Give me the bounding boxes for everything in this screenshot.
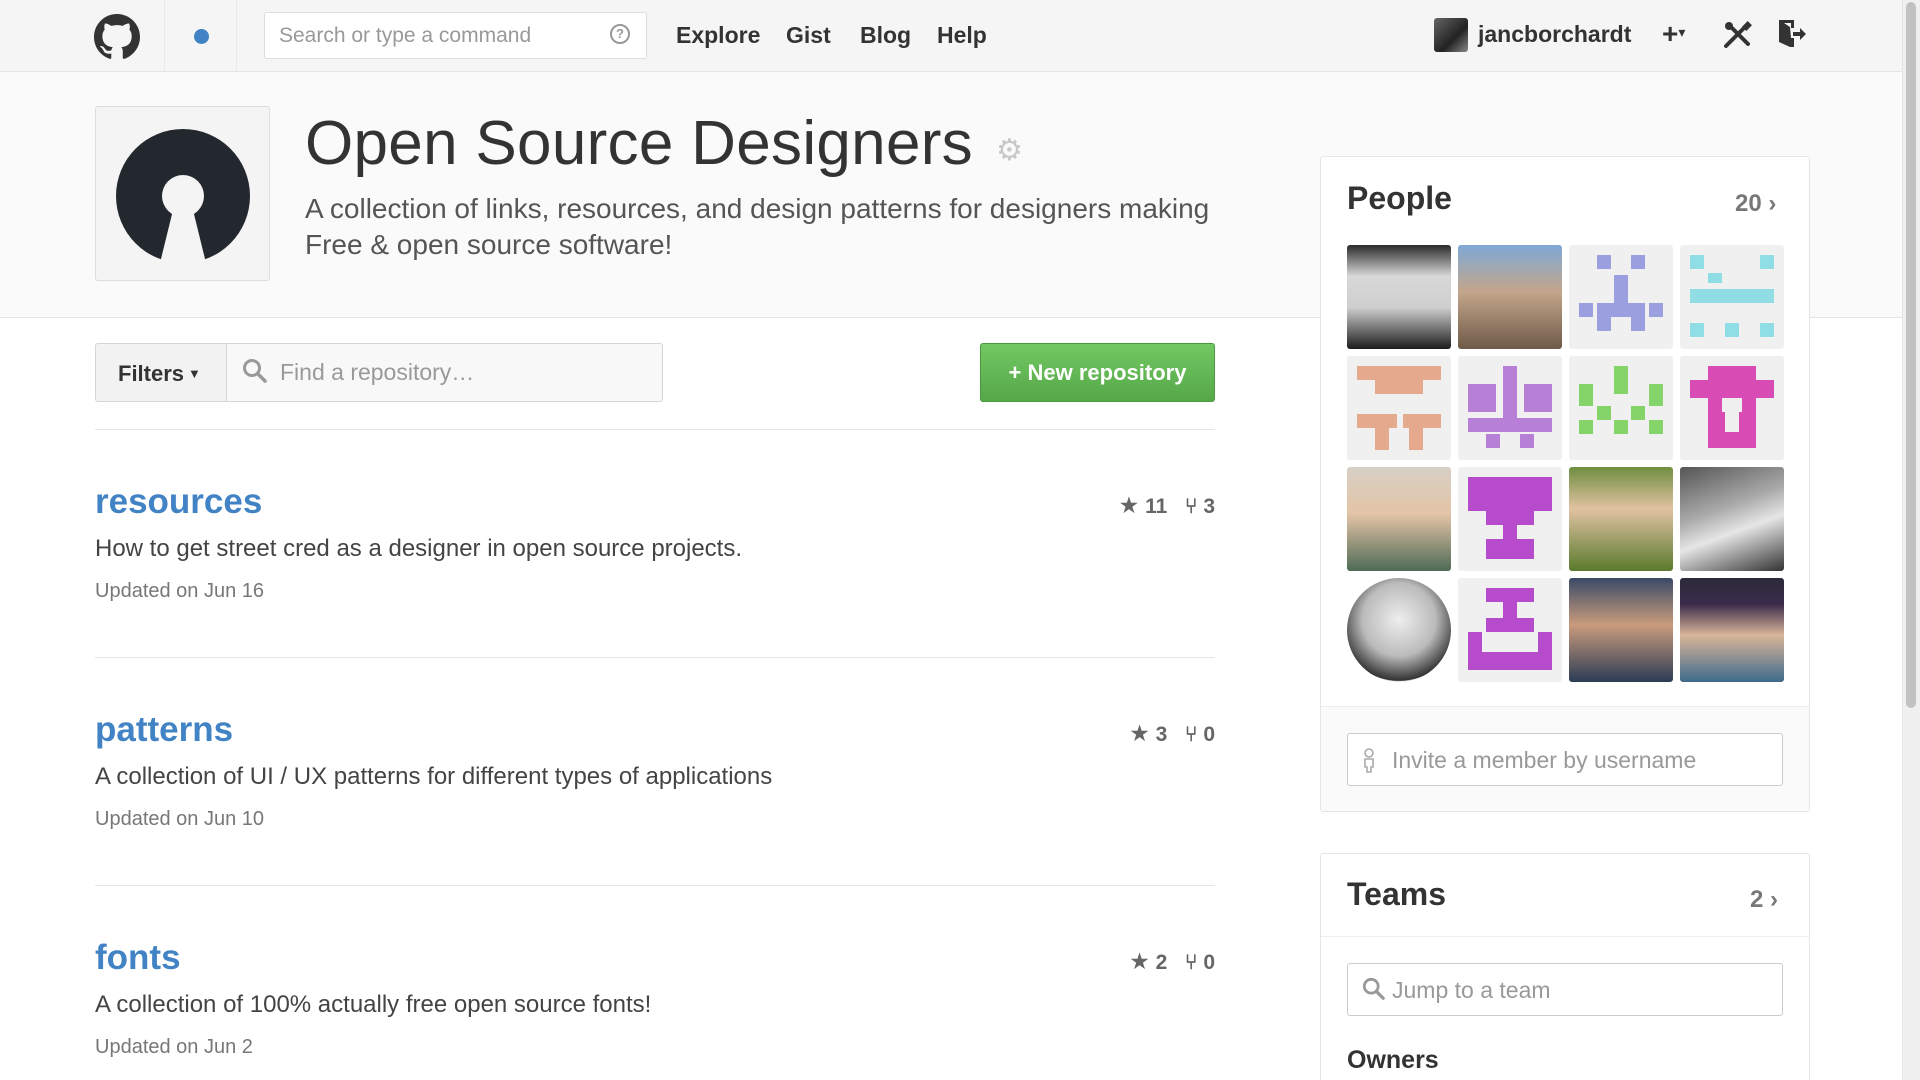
member-identicon[interactable]	[1680, 245, 1784, 349]
repo-description: A collection of 100% actually free open …	[95, 991, 652, 1018]
header-divider	[236, 0, 237, 71]
tools-icon[interactable]	[1722, 20, 1754, 52]
people-title[interactable]: People	[1347, 180, 1452, 217]
filters-dropdown[interactable]: Filters ▼	[95, 343, 227, 402]
member-avatar[interactable]	[1347, 578, 1451, 682]
member-identicon[interactable]	[1347, 356, 1451, 460]
gear-icon[interactable]: ⚙	[996, 133, 1023, 168]
fork-icon: ⑂	[1184, 495, 1198, 518]
repo-updated: Updated on Jun 10	[95, 808, 265, 830]
repo-updated: Updated on Jun 2	[95, 1036, 253, 1058]
repo-description: A collection of UI / UX patterns for dif…	[95, 763, 773, 790]
member-avatar[interactable]	[1347, 467, 1451, 571]
open-source-logo-icon	[116, 129, 250, 263]
chevron-right-icon: ›	[1770, 886, 1779, 913]
divider	[95, 657, 1215, 658]
star-count[interactable]: 3	[1156, 723, 1168, 746]
fork-count[interactable]: 0	[1203, 951, 1215, 974]
org-avatar	[95, 106, 270, 281]
nav-blog[interactable]: Blog	[860, 22, 911, 49]
jump-to-team-placeholder: Jump to a team	[1392, 977, 1551, 1003]
invite-member-placeholder: Invite a member by username	[1392, 747, 1697, 773]
plus-icon[interactable]: +▾	[1662, 18, 1685, 50]
people-grid	[1347, 245, 1784, 682]
search-icon	[243, 359, 267, 383]
member-identicon[interactable]	[1458, 467, 1562, 571]
divider	[95, 885, 1215, 886]
github-logo-icon[interactable]	[94, 14, 140, 60]
member-avatar[interactable]	[1569, 578, 1673, 682]
chevron-right-icon: ›	[1768, 190, 1777, 217]
star-icon: ★	[1129, 720, 1150, 746]
repo-name-link[interactable]: patterns	[95, 710, 233, 750]
caret-down-icon: ▼	[188, 366, 201, 381]
member-identicon[interactable]	[1569, 245, 1673, 349]
search-icon	[1362, 977, 1385, 1000]
star-count[interactable]: 2	[1156, 951, 1168, 974]
command-search-input[interactable]: Search or type a command	[264, 12, 647, 59]
repo-updated: Updated on Jun 16	[95, 580, 265, 602]
nav-gist[interactable]: Gist	[786, 22, 831, 49]
repo-name-link[interactable]: resources	[95, 482, 262, 522]
people-count[interactable]: 20 ›	[1735, 190, 1776, 218]
repo-stats: ★ 11 ⑂ 3	[1119, 492, 1215, 519]
notification-dot-icon[interactable]	[194, 29, 209, 44]
owners-team-link[interactable]: Owners	[1347, 1046, 1439, 1075]
user-avatar[interactable]	[1434, 18, 1468, 52]
member-avatar[interactable]	[1458, 245, 1562, 349]
repo-stats: ★ 2 ⑂ 0	[1129, 948, 1215, 975]
new-repository-button[interactable]: + New repository	[980, 343, 1215, 402]
fork-count[interactable]: 3	[1203, 495, 1215, 518]
scrollbar-thumb[interactable]	[1906, 2, 1916, 708]
member-avatar[interactable]	[1680, 467, 1784, 571]
filters-label: Filters	[118, 361, 185, 386]
repo-description: How to get street cred as a designer in …	[95, 535, 743, 562]
star-count[interactable]: 11	[1145, 495, 1167, 518]
nav-explore[interactable]: Explore	[676, 22, 760, 49]
find-repository-placeholder: Find a repository…	[280, 359, 475, 385]
member-avatar[interactable]	[1680, 578, 1784, 682]
org-title: Open Source Designers	[305, 109, 973, 178]
sign-out-icon[interactable]	[1776, 18, 1806, 52]
org-description: A collection of links, resources, and de…	[305, 193, 1210, 260]
star-icon: ★	[1118, 492, 1140, 518]
member-avatar[interactable]	[1569, 467, 1673, 571]
member-avatar[interactable]	[1347, 245, 1451, 349]
member-identicon[interactable]	[1569, 356, 1673, 460]
username-link[interactable]: jancborchardt	[1478, 21, 1631, 48]
member-identicon[interactable]	[1458, 578, 1562, 682]
fork-icon: ⑂	[1184, 723, 1198, 746]
teams-count[interactable]: 2 ›	[1750, 886, 1778, 914]
teams-title[interactable]: Teams	[1347, 876, 1446, 913]
divider	[1321, 936, 1809, 937]
star-icon: ★	[1129, 948, 1150, 974]
repo-name-link[interactable]: fonts	[95, 938, 181, 978]
divider	[95, 429, 1215, 430]
member-identicon[interactable]	[1458, 356, 1562, 460]
fork-count[interactable]: 0	[1203, 723, 1215, 746]
nav-help[interactable]: Help	[937, 22, 987, 49]
header-divider	[164, 0, 165, 71]
search-help-icon[interactable]: ?	[610, 24, 630, 44]
member-identicon[interactable]	[1680, 356, 1784, 460]
fork-icon: ⑂	[1184, 951, 1198, 974]
person-icon	[1364, 748, 1374, 773]
repo-stats: ★ 3 ⑂ 0	[1129, 720, 1215, 747]
